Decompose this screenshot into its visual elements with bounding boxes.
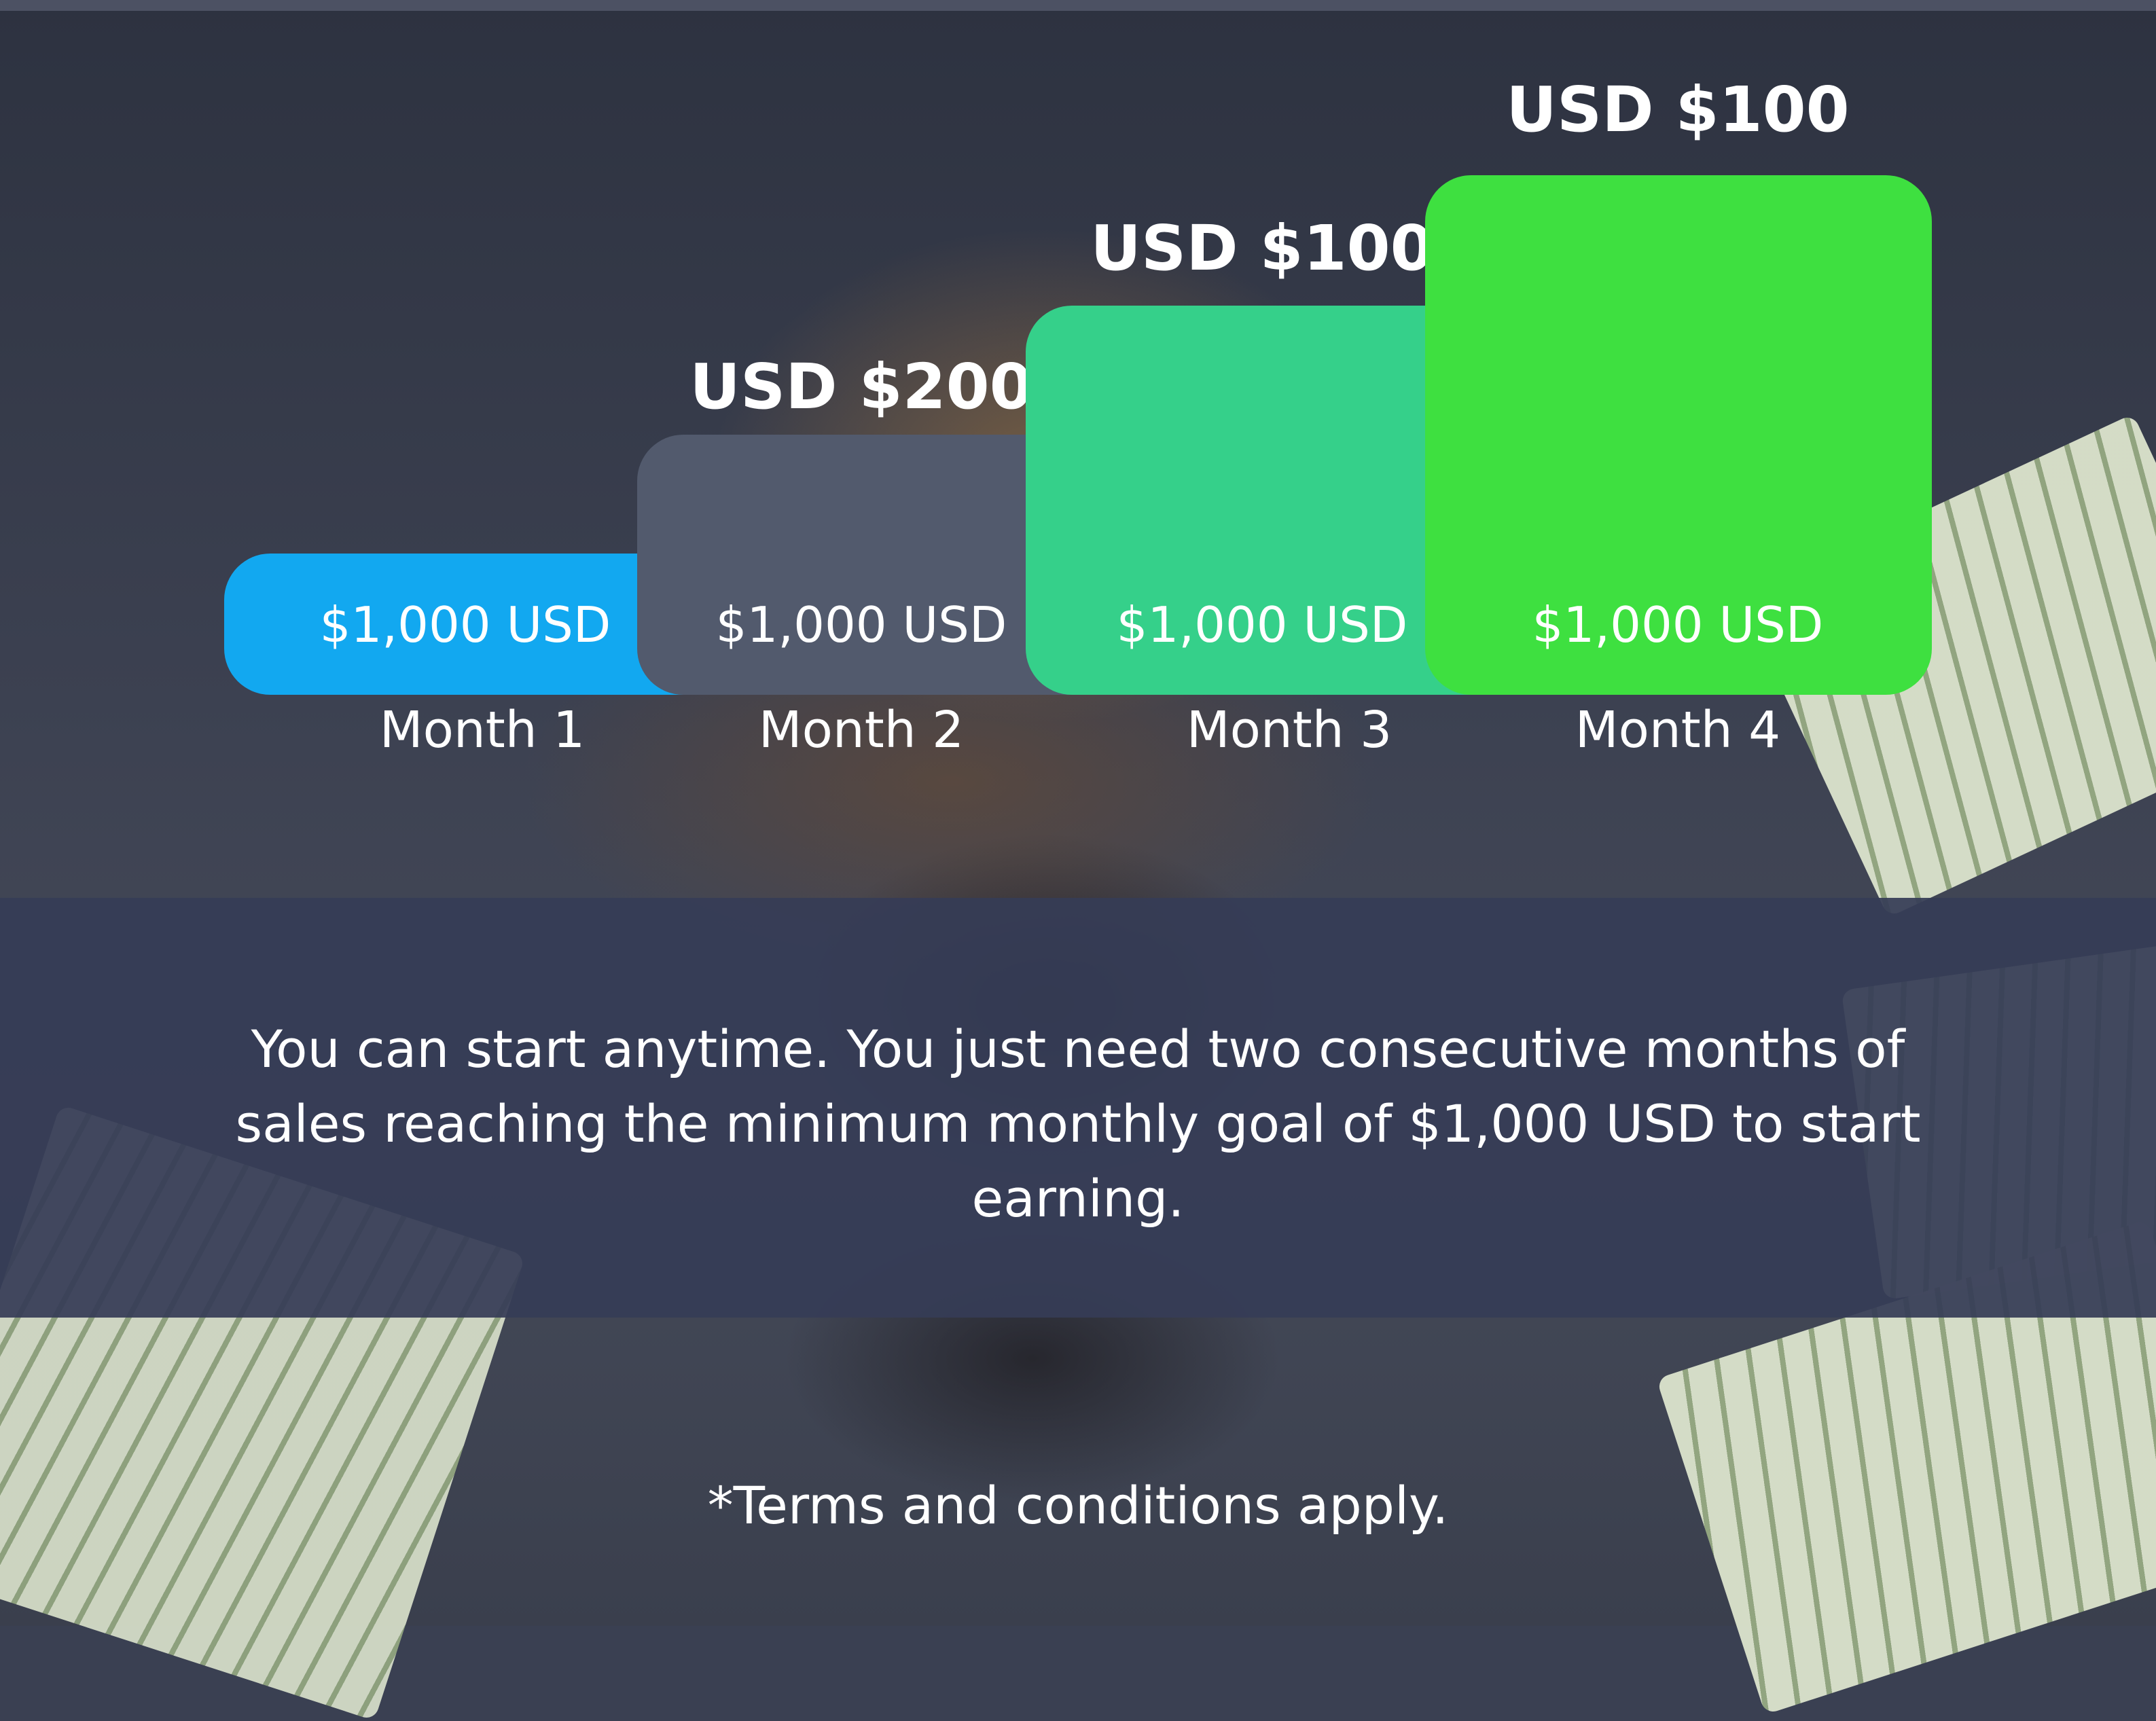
bonus-label: USD $200 [689,350,1033,423]
top-strip [0,0,2156,11]
bonus-label: USD $100 [1506,73,1850,146]
month-label: Month 2 [758,701,965,759]
month-label: Month 3 [1186,701,1393,759]
month-label: Month 4 [1575,701,1781,759]
bar-value-label: $1,000 USD [319,596,611,653]
bonus-label: USD $100 [1090,212,1434,285]
month-label: Month 1 [379,701,586,759]
bar-value-label: $1,000 USD [1116,596,1408,653]
info-text: You can start anytime. You just need two… [235,1019,1921,1229]
terms-text: *Terms and conditions apply. [707,1475,1449,1536]
bar-value-label: $1,000 USD [715,596,1007,653]
bar-value-label: $1,000 USD [1532,596,1824,653]
